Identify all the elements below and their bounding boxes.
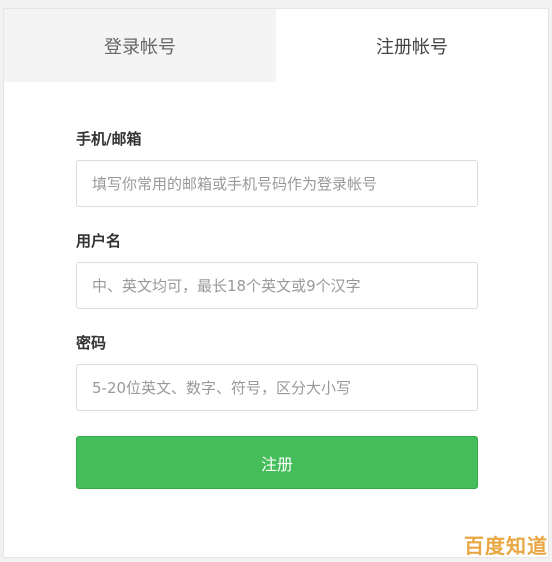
password-label: 密码 bbox=[76, 334, 107, 352]
watermark-logo: 百度知道 bbox=[464, 534, 548, 558]
account-group: 手机/邮箱 bbox=[76, 129, 478, 207]
register-button[interactable]: 注册 bbox=[76, 436, 478, 489]
username-label: 用户名 bbox=[76, 232, 122, 250]
account-label: 手机/邮箱 bbox=[76, 130, 142, 148]
register-panel: 登录帐号 注册帐号 手机/邮箱 用户名 密码 注册 bbox=[3, 8, 549, 558]
tab-register[interactable]: 注册帐号 bbox=[276, 9, 548, 82]
auth-tabs: 登录帐号 注册帐号 bbox=[4, 9, 548, 82]
username-input[interactable] bbox=[76, 262, 478, 309]
account-input[interactable] bbox=[76, 160, 478, 207]
username-group: 用户名 bbox=[76, 231, 478, 309]
register-form: 手机/邮箱 用户名 密码 注册 bbox=[76, 129, 478, 489]
password-group: 密码 bbox=[76, 333, 478, 411]
tab-login[interactable]: 登录帐号 bbox=[4, 9, 276, 82]
password-input[interactable] bbox=[76, 364, 478, 411]
